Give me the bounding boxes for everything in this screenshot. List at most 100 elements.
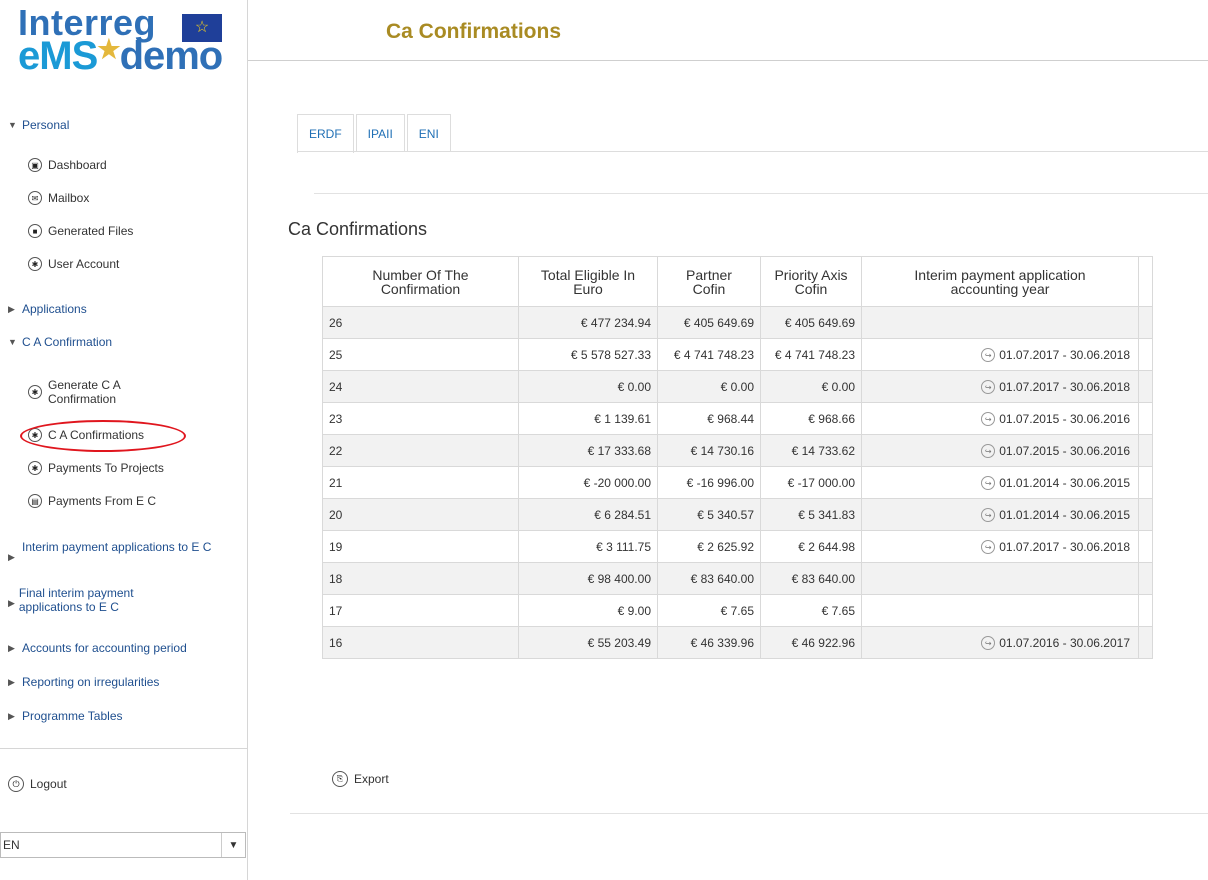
sidebar-item-user-account[interactable]: ✱ User Account — [28, 257, 119, 271]
accounting-year-link[interactable]: ↪ 01.07.2015 - 30.06.2016 — [981, 412, 1130, 427]
file-icon: ■ — [28, 224, 42, 238]
column-header-label: Number Of The Confirmation — [372, 266, 469, 297]
nav-section-programme-tables[interactable]: ▶ Programme Tables — [8, 709, 123, 723]
cell-accounting-year: ↪ 01.07.2015 - 30.06.2016 — [861, 434, 1139, 467]
mail-icon: ✉ — [28, 191, 42, 205]
cell-number: 22 — [322, 434, 519, 467]
accounting-year-link[interactable]: ↪ 01.07.2016 - 30.06.2017 — [981, 636, 1130, 651]
cell-total-eligible: € 477 234.94 — [518, 306, 658, 339]
tab-eni[interactable]: ENI — [406, 114, 451, 152]
column-header-accounting-year[interactable]: Interim payment application accounting y… — [861, 256, 1139, 307]
sidebar-item-payments-to-projects[interactable]: ✱ Payments To Projects — [28, 461, 164, 475]
sidebar-item-mailbox[interactable]: ✉ Mailbox — [28, 191, 89, 205]
sidebar-item-generate-ca-confirmation[interactable]: ✱ Generate C A Confirmation — [28, 378, 158, 406]
column-header-priority-axis-cofin[interactable]: Priority Axis Cofin — [760, 256, 862, 307]
nav-section-label: Reporting on irregularities — [22, 675, 160, 689]
export-button[interactable]: ⎘ Export — [332, 771, 389, 787]
sidebar-item-payments-from-ec[interactable]: ▤ Payments From E C — [28, 494, 156, 508]
accounting-year-text: 01.07.2017 - 30.06.2018 — [999, 348, 1130, 363]
cell-partner-cofin: € 4 741 748.23 — [657, 338, 761, 371]
table-row[interactable]: 25 € 5 578 527.33 € 4 741 748.23 € 4 741 74… — [322, 338, 1153, 371]
nav-section-final-interim[interactable]: ▶ Final interim payment applications to … — [8, 586, 188, 614]
cell-partner-cofin: € 5 340.57 — [657, 498, 761, 531]
export-label: Export — [354, 772, 389, 786]
gear-icon: ✱ — [28, 385, 42, 399]
sidebar-divider — [0, 748, 248, 749]
cell-accounting-year: ↪ 01.01.2014 - 30.06.2015 — [861, 498, 1139, 531]
column-header-total-eligible[interactable]: Total Eligible In Euro — [518, 256, 658, 307]
nav-section-interim-payment[interactable]: ▶ Interim payment applications to E C — [8, 540, 240, 564]
column-header-number[interactable]: Number Of The Confirmation — [322, 256, 519, 307]
table-row[interactable]: 18 € 98 400.00 € 83 640.00 € 83 640.00 — [322, 562, 1153, 595]
gear-icon: ✱ — [28, 461, 42, 475]
table-row[interactable]: 21 € -20 000.00 € -16 996.00 € -17 000.00 ↪ 0… — [322, 466, 1153, 499]
cell-accounting-year: ↪ 01.07.2017 - 30.06.2018 — [861, 530, 1139, 563]
app-logo[interactable]: Interreg ☆ eMS★demo — [18, 2, 238, 78]
cell-priority-axis-cofin: € 405 649.69 — [760, 306, 862, 339]
dashboard-icon: ▣ — [28, 158, 42, 172]
sidebar-item-label: Dashboard — [48, 158, 107, 172]
cell-number: 20 — [322, 498, 519, 531]
language-select[interactable]: EN ▼ — [0, 832, 246, 858]
page-title: Ca Confirmations — [386, 20, 562, 43]
tab-ipaii[interactable]: IPAII — [355, 114, 405, 152]
logout-button[interactable]: ⏻ Logout — [8, 776, 67, 792]
gear-icon: ✱ — [28, 257, 42, 271]
cell-total-eligible: € 55 203.49 — [518, 626, 658, 659]
accounting-year-link[interactable]: ↪ 01.07.2017 - 30.06.2018 — [981, 348, 1130, 363]
cell-total-eligible: € 17 333.68 — [518, 434, 658, 467]
cell-partner-cofin: € 14 730.16 — [657, 434, 761, 467]
table-row[interactable]: 24 € 0.00 € 0.00 € 0.00 ↪ 01.07.2017 - 30.06.… — [322, 370, 1153, 403]
caret-right-icon: ▶ — [8, 552, 15, 562]
column-header-partner-cofin[interactable]: Partner Cofin — [657, 256, 761, 307]
cell-partner-cofin: € 0.00 — [657, 370, 761, 403]
cell-accounting-year: ↪ 01.07.2017 - 30.06.2018 — [861, 370, 1139, 403]
accounting-year-link[interactable]: ↪ 01.07.2017 - 30.06.2018 — [981, 380, 1130, 395]
accounting-year-text: 01.07.2015 - 30.06.2016 — [999, 444, 1130, 459]
accounting-year-link[interactable]: ↪ 01.07.2017 - 30.06.2018 — [981, 540, 1130, 555]
table-row[interactable]: 19 € 3 111.75 € 2 625.92 € 2 644.98 ↪ 01.07.2… — [322, 530, 1153, 563]
accounting-year-text: 01.07.2017 - 30.06.2018 — [999, 540, 1130, 555]
cell-partner-cofin: € 968.44 — [657, 402, 761, 435]
nav-section-label: Applications — [22, 302, 87, 316]
cell-priority-axis-cofin: € 5 341.83 — [760, 498, 862, 531]
sidebar-item-label: Generate C A Confirmation — [48, 378, 121, 406]
header-divider — [248, 60, 1208, 61]
accounting-year-link[interactable]: ↪ 01.01.2014 - 30.06.2015 — [981, 508, 1130, 523]
column-header-label: Priority Axis Cofin — [774, 266, 848, 297]
logo-ems: eMS — [18, 34, 98, 78]
logo-text-ems: eMS★demo — [18, 34, 223, 79]
table-row[interactable]: 20 € 6 284.51 € 5 340.57 € 5 341.83 ↪ 01.01.2… — [322, 498, 1153, 531]
caret-down-icon: ▼ — [8, 337, 17, 347]
sidebar-item-dashboard[interactable]: ▣ Dashboard — [28, 158, 107, 172]
nav-section-ca-confirmation[interactable]: ▼ C A Confirmation — [8, 335, 112, 349]
link-arrow-icon: ↪ — [981, 476, 996, 491]
link-arrow-icon: ↪ — [981, 348, 996, 363]
table-row[interactable]: 17 € 9.00 € 7.65 € 7.65 — [322, 594, 1153, 627]
column-header-label: Total Eligible In Euro — [540, 266, 636, 297]
table-row[interactable]: 23 € 1 139.61 € 968.44 € 968.66 ↪ 01.07.2015 … — [322, 402, 1153, 435]
caret-right-icon: ▶ — [8, 643, 15, 653]
table-row[interactable]: 22 € 17 333.68 € 14 730.16 € 14 733.62 ↪ 01.0… — [322, 434, 1153, 467]
nav-section-label: Programme Tables — [22, 709, 123, 723]
nav-section-personal[interactable]: ▼ Personal — [8, 118, 69, 132]
cell-accounting-year: ↪ 01.07.2015 - 30.06.2016 — [861, 402, 1139, 435]
chevron-down-icon: ▼ — [221, 833, 245, 857]
sidebar-item-label: Payments From E C — [48, 494, 157, 508]
cell-total-eligible: € 9.00 — [518, 594, 658, 627]
table-row[interactable]: 26 € 477 234.94 € 405 649.69 € 405 649.69 — [322, 306, 1153, 339]
sidebar-item-generated-files[interactable]: ■ Generated Files — [28, 224, 133, 238]
link-arrow-icon: ↪ — [981, 412, 996, 427]
export-icon: ⎘ — [332, 771, 348, 787]
accounting-year-link[interactable]: ↪ 01.01.2014 - 30.06.2015 — [981, 476, 1130, 491]
nav-section-applications[interactable]: ▶ Applications — [8, 302, 87, 316]
tab-erdf[interactable]: ERDF — [297, 114, 354, 153]
nav-section-accounts[interactable]: ▶ Accounts for accounting period — [8, 641, 187, 655]
table-row[interactable]: 16 € 55 203.49 € 46 339.96 € 46 922.96 ↪ 01.0… — [322, 626, 1153, 659]
accounting-year-text: 01.07.2017 - 30.06.2018 — [999, 380, 1130, 395]
logout-label: Logout — [30, 777, 67, 791]
nav-section-reporting[interactable]: ▶ Reporting on irregularities — [8, 675, 159, 689]
cell-priority-axis-cofin: € 0.00 — [760, 370, 862, 403]
cell-number: 19 — [322, 530, 519, 563]
accounting-year-link[interactable]: ↪ 01.07.2015 - 30.06.2016 — [981, 444, 1130, 459]
